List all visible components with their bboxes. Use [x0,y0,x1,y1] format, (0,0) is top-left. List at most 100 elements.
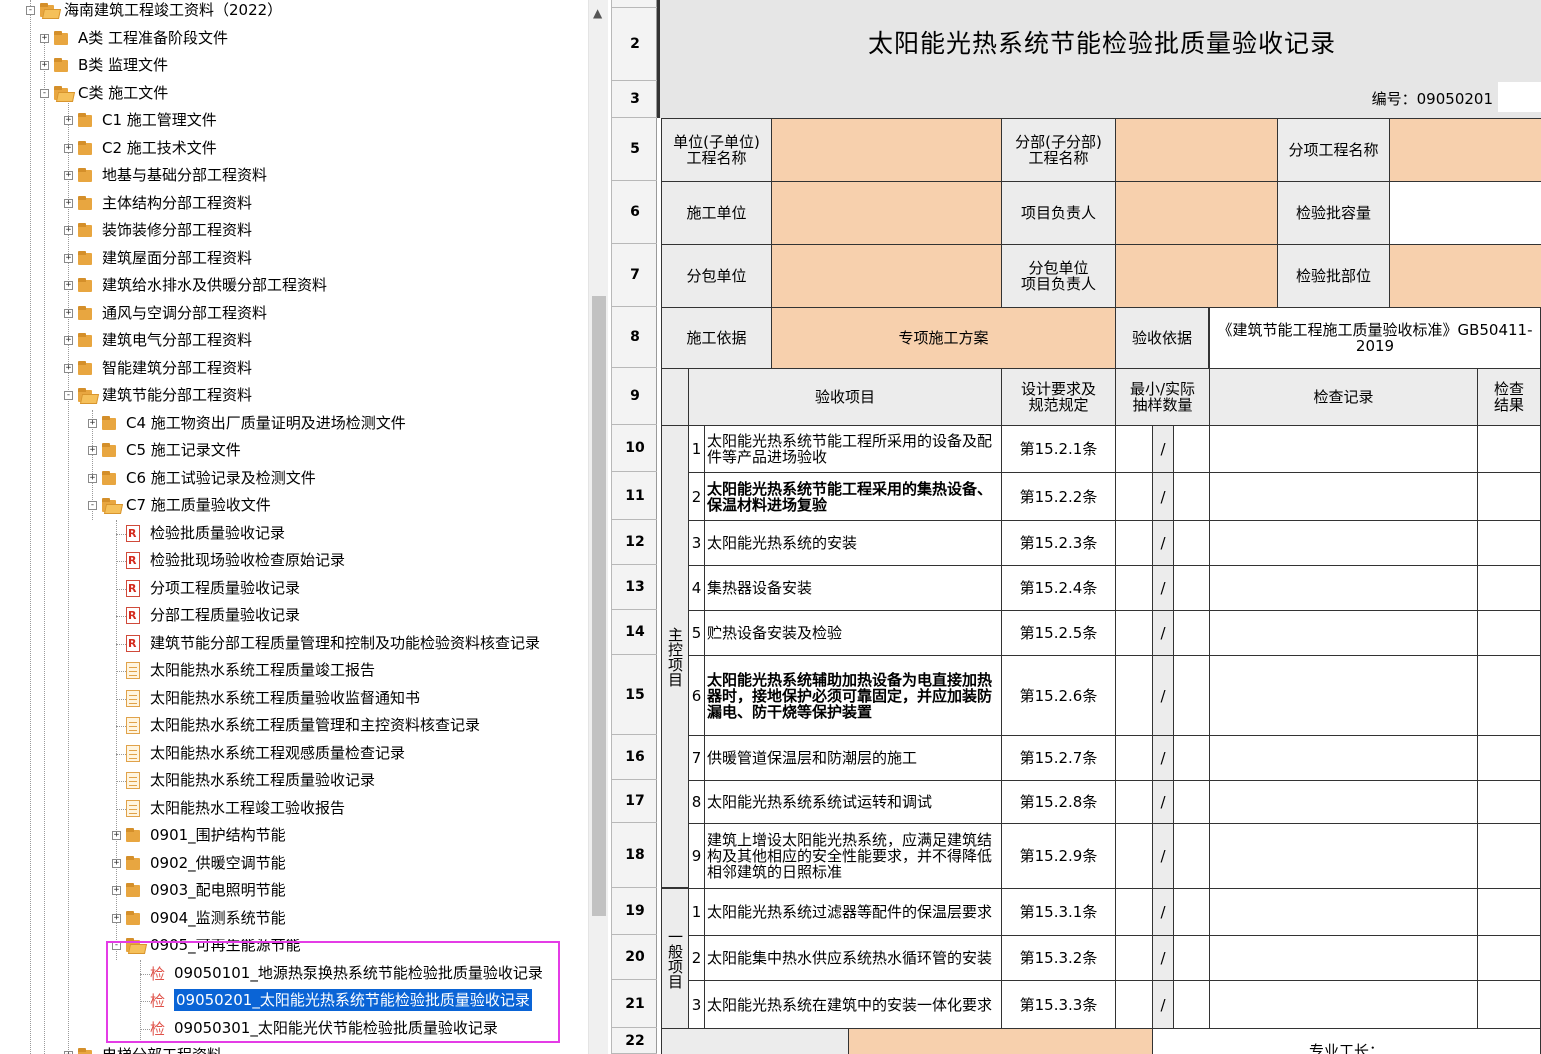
result-cell[interactable] [1477,565,1541,611]
row-number[interactable]: 20 [612,935,658,980]
expand-icon[interactable]: + [88,418,97,428]
expand-icon[interactable]: + [112,831,121,840]
tree-scrollbar[interactable]: ▲ [588,0,608,1054]
tree-item[interactable]: R 建筑节能分部工程质量管理和控制及功能检验资料核查记录 [0,631,588,655]
tree-item[interactable]: R 检验批现场验收检查原始记录 [0,548,588,572]
sample-actual-cell[interactable] [1173,823,1210,889]
sample-actual-cell[interactable] [1173,610,1210,656]
input-cell[interactable] [771,244,1002,308]
tree-item[interactable]: 太阳能热水系统工程质量验收记录 [0,768,588,792]
sample-actual-cell[interactable] [1173,472,1210,521]
sample-actual-cell[interactable] [1173,735,1210,781]
row-number[interactable]: 7 [612,244,658,307]
expand-icon[interactable]: + [112,886,121,895]
tree-item[interactable]: +0901_围护结构节能 [0,823,588,847]
result-cell[interactable] [1477,888,1541,936]
tree-item[interactable]: + 建筑电气分部工程资料 [0,328,588,352]
input-cell[interactable]: 《建筑节能工程施工质量验收标准》GB50411-2019 [1209,307,1541,369]
expand-icon[interactable]: + [64,143,73,153]
result-cell[interactable] [1477,425,1541,473]
sample-min-cell[interactable] [1115,520,1153,566]
tree-item[interactable]: + 地基与基础分部工程资料 [0,163,588,187]
row-number[interactable]: 10 [612,425,658,472]
expand-icon[interactable]: + [64,281,73,290]
sample-actual-cell[interactable] [1173,565,1210,611]
sample-actual-cell[interactable] [1173,980,1210,1029]
result-cell[interactable] [1477,980,1541,1029]
row-number[interactable]: 21 [612,980,658,1028]
input-cell[interactable] [1389,118,1541,182]
expand-icon[interactable]: + [64,363,73,373]
sample-min-cell[interactable] [1115,780,1153,824]
row-number[interactable]: 14 [612,610,658,655]
result-cell[interactable] [1477,935,1541,981]
result-cell[interactable] [1477,735,1541,781]
tree-item[interactable]: - 海南建筑工程竣工资料（2022） [0,0,588,22]
tree-item[interactable]: R 检验批质量验收记录 [0,521,588,545]
tree-item[interactable]: + A类 工程准备阶段文件 [0,26,588,50]
tree-item[interactable]: + C4 施工物资出厂质量证明及进场检测文件 [0,411,588,435]
record-cell[interactable] [1209,565,1478,611]
sample-actual-cell[interactable] [1173,520,1210,566]
tree-item[interactable]: 太阳能热水系统工程质量验收监督通知书 [0,686,588,710]
result-cell[interactable] [1477,472,1541,521]
record-cell[interactable] [1209,888,1478,936]
input-cell[interactable] [771,118,1002,182]
sample-min-cell[interactable] [1115,472,1153,521]
result-cell[interactable] [1477,655,1541,736]
expand-icon[interactable]: + [64,253,73,263]
record-cell[interactable] [1209,425,1478,473]
collapse-icon[interactable]: - [40,88,49,98]
row-number[interactable]: 18 [612,823,658,888]
tree-item[interactable]: + C1 施工管理文件 [0,108,588,132]
sample-actual-cell[interactable] [1173,935,1210,981]
record-cell[interactable] [1209,520,1478,566]
expand-icon[interactable]: + [64,116,73,125]
record-cell[interactable] [1209,980,1478,1029]
record-cell[interactable] [1209,735,1478,781]
collapse-icon[interactable]: - [64,391,73,400]
expand-icon[interactable]: + [64,226,73,235]
scroll-up-arrow-icon[interactable]: ▲ [593,6,602,20]
expand-icon[interactable]: + [40,61,49,70]
tree-item[interactable]: + C2 施工技术文件 [0,136,588,160]
input-cell[interactable] [848,1028,1153,1054]
sample-min-cell[interactable] [1115,823,1153,889]
sample-min-cell[interactable] [1115,425,1153,473]
result-cell[interactable] [1477,823,1541,889]
tree-item[interactable]: - C类 施工文件 [0,81,588,105]
expand-icon[interactable]: + [88,473,97,483]
tree-item[interactable]: R 分部工程质量验收记录 [0,603,588,627]
sample-min-cell[interactable] [1115,980,1153,1029]
tree-item[interactable]: + 建筑给水排水及供暖分部工程资料 [0,273,588,297]
tree-item[interactable]: + 通风与空调分部工程资料 [0,301,588,325]
row-number[interactable]: 9 [612,368,658,425]
record-cell[interactable] [1209,472,1478,521]
sample-actual-cell[interactable] [1173,655,1210,736]
expand-icon[interactable]: + [112,913,121,923]
tree-item[interactable]: +电梯分部工程资料 [0,1043,588,1054]
record-cell[interactable] [1209,823,1478,889]
expand-icon[interactable]: + [112,858,121,868]
tree-item[interactable]: 太阳能热水系统工程质量管理和主控资料核查记录 [0,713,588,737]
row-number[interactable] [612,0,658,8]
input-cell[interactable] [1389,244,1541,308]
record-cell[interactable] [1209,780,1478,824]
sample-min-cell[interactable] [1115,565,1153,611]
input-cell[interactable] [1115,181,1278,245]
record-cell[interactable] [1209,655,1478,736]
row-number[interactable]: 17 [612,780,658,823]
record-cell[interactable] [1209,610,1478,656]
expand-icon[interactable]: + [40,33,49,43]
tree-item[interactable]: 太阳能热水系统工程质量竣工报告 [0,658,588,682]
row-number[interactable]: 11 [612,472,658,520]
sample-min-cell[interactable] [1115,935,1153,981]
tree-item[interactable]: + C6 施工试验记录及检测文件 [0,466,588,490]
input-cell[interactable] [1389,181,1541,245]
tree-item[interactable]: + 装饰装修分部工程资料 [0,218,588,242]
row-number[interactable]: 22 [612,1028,658,1054]
expand-icon[interactable]: + [64,198,73,208]
sample-min-cell[interactable] [1115,610,1153,656]
expand-icon[interactable]: + [64,336,73,345]
collapse-icon[interactable]: - [88,501,97,510]
